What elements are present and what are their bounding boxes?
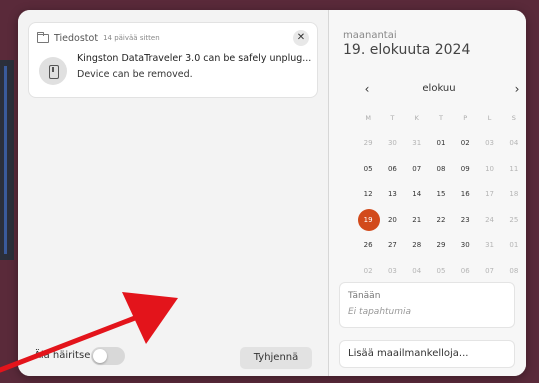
calendar-day[interactable]: 30 xyxy=(380,133,404,153)
calendar-day[interactable]: 31 xyxy=(477,235,501,255)
close-icon[interactable]: ✕ xyxy=(293,30,309,46)
calendar-day[interactable]: 20 xyxy=(380,210,404,230)
calendar-weekday-header: S xyxy=(511,113,516,122)
events-title: Tänään xyxy=(348,291,381,301)
notification-header: Tiedostot 14 päivää sitten xyxy=(37,31,160,45)
calendar-weekday-header: M xyxy=(365,113,371,122)
calendar-day[interactable]: 11 xyxy=(502,159,526,179)
calendar-weekday-header: T xyxy=(438,113,443,122)
do-not-disturb-toggle[interactable] xyxy=(91,347,125,365)
usb-drive-icon xyxy=(39,57,67,85)
previous-month-button[interactable]: ‹ xyxy=(359,82,375,96)
calendar-day[interactable]: 29 xyxy=(356,133,380,153)
calendar-grid: M T K T P L S 29 30 31 01 02 03 04 05 06 07 08 09 10 11 12 13 1… xyxy=(356,105,526,284)
calendar-day[interactable]: 23 xyxy=(453,210,477,230)
calendar-weekday-header-row: MTKTPLS xyxy=(356,105,526,131)
calendar-day[interactable]: 21 xyxy=(405,210,429,230)
calendar-day[interactable]: 09 xyxy=(453,159,477,179)
calendar-day[interactable]: 02 xyxy=(453,133,477,153)
calendar-day[interactable]: 25 xyxy=(502,210,526,230)
clear-notifications-button[interactable]: Tyhjennä xyxy=(240,347,312,369)
do-not-disturb-label: Älä häiritse xyxy=(34,350,91,361)
calendar-day[interactable]: 24 xyxy=(477,210,501,230)
events-empty-text: Ei tapahtumia xyxy=(348,307,412,317)
calendar-weekday-header: P xyxy=(463,113,468,122)
calendar-day[interactable]: 07 xyxy=(405,159,429,179)
notification-time: 14 päivää sitten xyxy=(103,34,160,42)
notification-title: Kingston DataTraveler 3.0 can be safely … xyxy=(77,53,312,64)
notification-calendar-panel: Tiedostot 14 päivää sitten ✕ Kingston Da… xyxy=(18,10,526,376)
calendar-day-today[interactable]: 19 xyxy=(356,208,380,231)
calendar-week-row: 19 20 21 22 23 24 25 xyxy=(356,207,526,233)
calendar-day[interactable]: 08 xyxy=(429,159,453,179)
calendar-day[interactable]: 07 xyxy=(477,261,501,281)
calendar-day[interactable]: 26 xyxy=(356,235,380,255)
folder-icon xyxy=(37,31,49,43)
calendar-day[interactable]: 17 xyxy=(477,184,501,204)
next-month-button[interactable]: › xyxy=(509,82,525,96)
calendar-day[interactable]: 31 xyxy=(405,133,429,153)
calendar-day[interactable]: 05 xyxy=(356,159,380,179)
notification-list: Tiedostot 14 päivää sitten ✕ Kingston Da… xyxy=(18,10,328,376)
calendar-day[interactable]: 05 xyxy=(429,261,453,281)
month-label[interactable]: elokuu xyxy=(389,83,489,94)
calendar-weekday-header: K xyxy=(414,113,419,122)
calendar-day[interactable]: 30 xyxy=(453,235,477,255)
calendar-day[interactable]: 06 xyxy=(453,261,477,281)
calendar-day[interactable]: 18 xyxy=(502,184,526,204)
calendar-day[interactable]: 03 xyxy=(477,133,501,153)
events-section[interactable]: Tänään Ei tapahtumia xyxy=(339,282,515,328)
calendar-week-row: 12 13 14 15 16 17 18 xyxy=(356,182,526,208)
notification-card[interactable]: Tiedostot 14 päivää sitten ✕ Kingston Da… xyxy=(28,22,318,98)
calendar-day[interactable]: 04 xyxy=(502,133,526,153)
calendar-day[interactable]: 02 xyxy=(356,261,380,281)
calendar-day[interactable]: 01 xyxy=(502,235,526,255)
calendar-day[interactable]: 14 xyxy=(405,184,429,204)
notification-body: Device can be removed. xyxy=(77,69,193,80)
current-weekday: maanantai xyxy=(343,30,397,41)
notification-app-name: Tiedostot xyxy=(54,32,99,44)
background-window-edge xyxy=(0,60,14,260)
calendar-day[interactable]: 29 xyxy=(429,235,453,255)
calendar-column: maanantai 19. elokuuta 2024 ‹ elokuu › M… xyxy=(329,10,526,376)
calendar-day[interactable]: 03 xyxy=(380,261,404,281)
calendar-week-row: 02 03 04 05 06 07 08 xyxy=(356,258,526,284)
current-date: 19. elokuuta 2024 xyxy=(343,42,471,58)
calendar-day[interactable]: 06 xyxy=(380,159,404,179)
calendar-week-row: 29 30 31 01 02 03 04 xyxy=(356,131,526,157)
calendar-week-row: 26 27 28 29 30 31 01 xyxy=(356,233,526,259)
calendar-day[interactable]: 13 xyxy=(380,184,404,204)
calendar-day[interactable]: 28 xyxy=(405,235,429,255)
calendar-day[interactable]: 15 xyxy=(429,184,453,204)
calendar-day[interactable]: 08 xyxy=(502,261,526,281)
calendar-day[interactable]: 27 xyxy=(380,235,404,255)
calendar-weekday-header: L xyxy=(487,113,492,122)
add-world-clocks-button[interactable]: Lisää maailmankelloja... xyxy=(339,340,515,368)
calendar-day[interactable]: 22 xyxy=(429,210,453,230)
calendar-day[interactable]: 16 xyxy=(453,184,477,204)
calendar-day[interactable]: 04 xyxy=(405,261,429,281)
calendar-day[interactable]: 10 xyxy=(477,159,501,179)
calendar-day[interactable]: 12 xyxy=(356,184,380,204)
calendar-day[interactable]: 01 xyxy=(429,133,453,153)
calendar-weekday-header: T xyxy=(390,113,395,122)
calendar-week-row: 05 06 07 08 09 10 11 xyxy=(356,156,526,182)
